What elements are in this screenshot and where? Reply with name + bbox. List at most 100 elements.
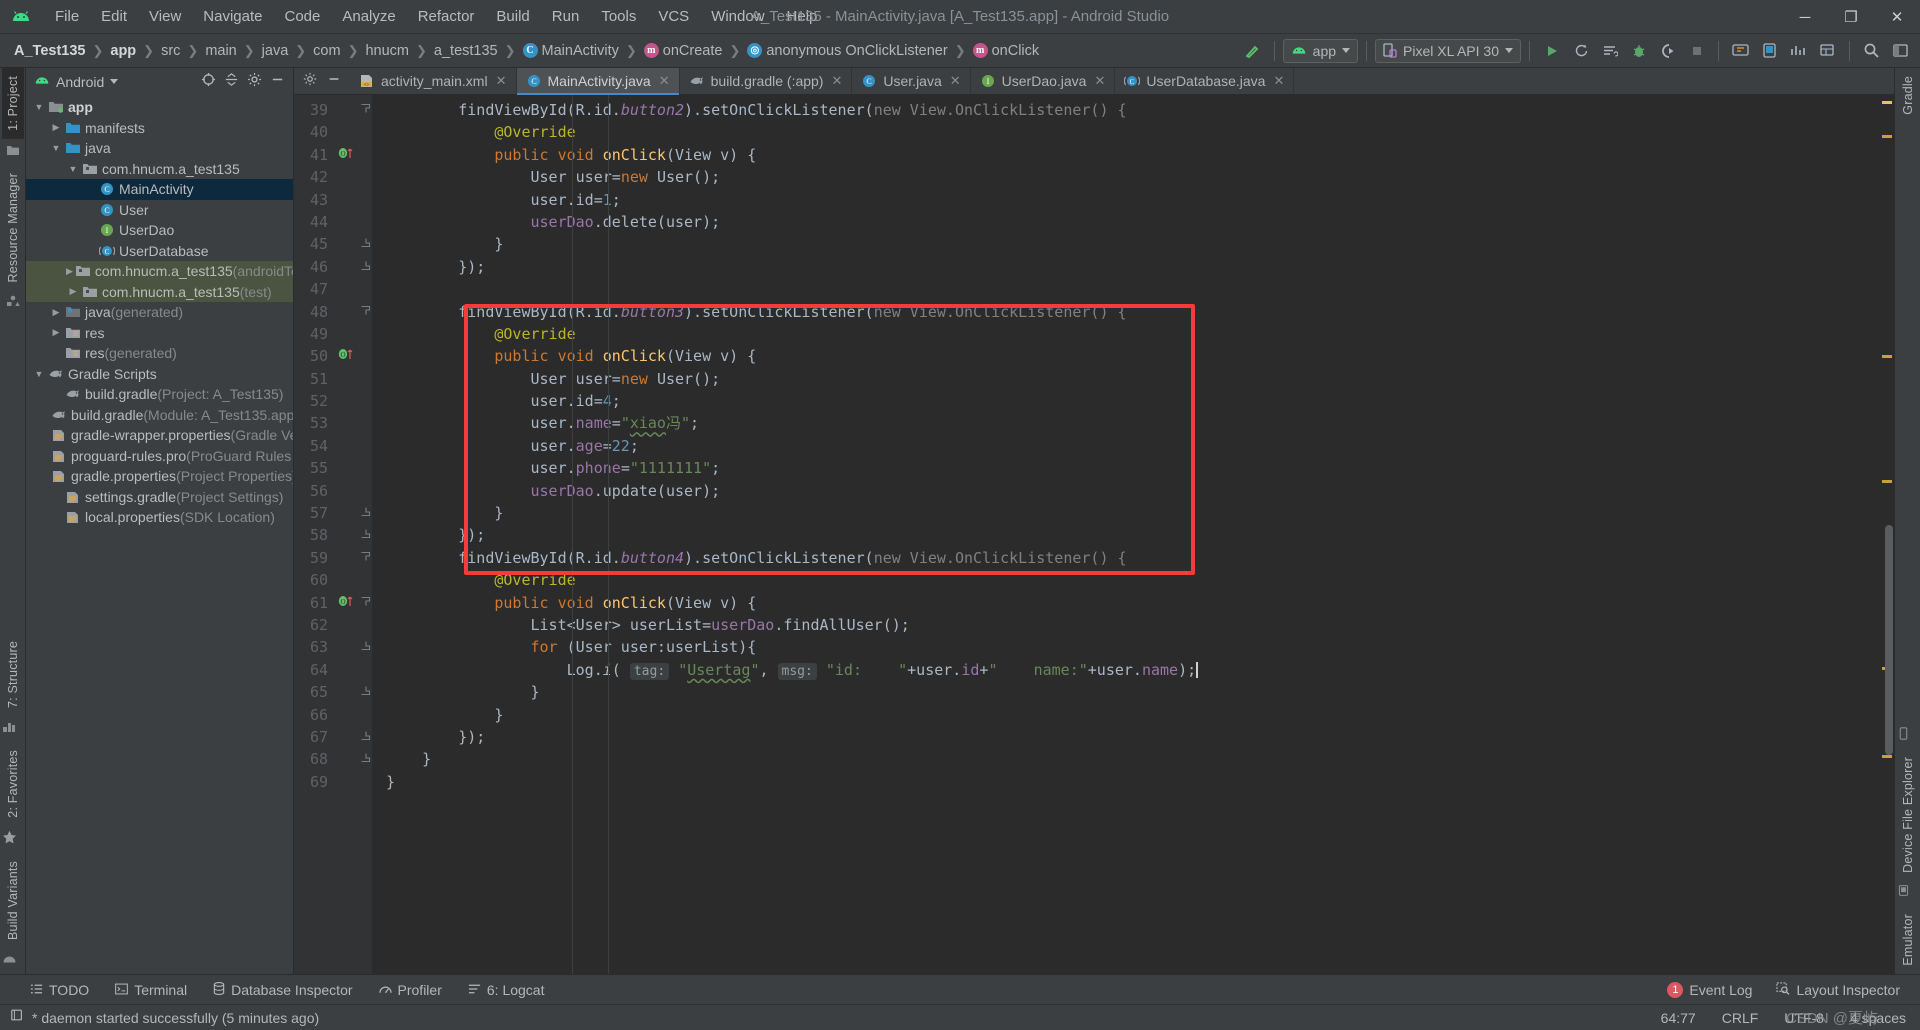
expand-arrow-icon[interactable]: ▼ [66, 164, 80, 174]
menu-tools[interactable]: Tools [590, 4, 647, 29]
tree-item-res[interactable]: ▶ res [26, 323, 293, 344]
warning-marker[interactable] [1882, 135, 1892, 138]
close-tab-icon[interactable]: ✕ [1094, 73, 1105, 89]
line-separator[interactable]: CRLF [1722, 1010, 1759, 1026]
collapse-all-icon[interactable] [224, 72, 239, 92]
project-structure-icon[interactable] [1887, 38, 1914, 64]
breadcrumb-mainactivity[interactable]: C MainActivity [519, 41, 623, 61]
bottom-tab-terminal[interactable]: Terminal [115, 982, 187, 998]
expand-arrow-icon[interactable]: ▼ [32, 369, 46, 379]
run-gutter-icon[interactable]: O [334, 144, 358, 166]
code-line[interactable]: } [372, 704, 1880, 726]
sidebar-item-gradle[interactable]: Gradle [1897, 68, 1919, 123]
caret-position[interactable]: 64:77 [1661, 1010, 1696, 1026]
fold-region-end-icon[interactable] [358, 524, 372, 546]
menu-view[interactable]: View [138, 4, 192, 29]
menu-window[interactable]: Window [700, 4, 775, 29]
sidebar-item-resource-manager[interactable]: Resource Manager [2, 165, 24, 291]
fold-region-start-icon[interactable] [358, 592, 372, 614]
tree-item-com-hnucm-a-test135[interactable]: ▶ com.hnucm.a_test135 (test) [26, 281, 293, 302]
code-line[interactable]: user.age=22; [372, 435, 1880, 457]
warning-marker[interactable] [1882, 755, 1892, 758]
editor-tab-user-java[interactable]: C User.java ✕ [852, 68, 971, 94]
code-line[interactable]: findViewById(R.id.button4).setOnClickLis… [372, 547, 1880, 569]
bottom-tab-database-inspector[interactable]: Database Inspector [213, 981, 353, 998]
close-button[interactable]: ✕ [1874, 0, 1920, 34]
tree-item-proguard-rules-pro[interactable]: proguard-rules.pro (ProGuard Rules for A [26, 446, 293, 467]
code-line[interactable]: findViewById(R.id.button2).setOnClickLis… [372, 99, 1880, 121]
fold-region-end-icon[interactable] [358, 636, 372, 658]
tree-item-gradle-scripts[interactable]: ▼ Gradle Scripts [26, 364, 293, 385]
editor-vertical-scrollbar[interactable] [1885, 525, 1893, 755]
code-line[interactable]: } [372, 748, 1880, 770]
search-everywhere-icon[interactable] [1858, 38, 1885, 64]
breadcrumb-main[interactable]: main [201, 41, 240, 61]
editor-tab-activity-main-xml[interactable]: <> activity_main.xml ✕ [350, 68, 517, 94]
stop-button[interactable] [1683, 38, 1710, 64]
fold-region-end-icon[interactable] [358, 726, 372, 748]
sdk-manager-icon[interactable] [1727, 38, 1754, 64]
error-stripe-markers[interactable] [1880, 95, 1894, 974]
breadcrumb-java[interactable]: java [258, 41, 293, 61]
debug-button[interactable] [1625, 38, 1652, 64]
target-icon[interactable] [201, 72, 216, 92]
code-line[interactable]: public void onClick(View v) { [372, 592, 1880, 614]
tree-item-app[interactable]: ▼ app [26, 97, 293, 118]
menu-vcs[interactable]: VCS [647, 4, 700, 29]
tree-item-user[interactable]: C User [26, 200, 293, 221]
code-line[interactable]: user.phone="1111111"; [372, 457, 1880, 479]
breadcrumb-src[interactable]: src [157, 41, 184, 61]
breadcrumb[interactable]: A_Test135 ❯ app ❯ src ❯ main ❯ java ❯ co… [0, 41, 1043, 61]
tree-item-gradle-wrapper-properties[interactable]: gradle-wrapper.properties (Gradle Versio… [26, 425, 293, 446]
settings-gear-icon[interactable] [303, 72, 317, 91]
bottom-tab-layout-inspector[interactable]: Layout Inspector [1776, 982, 1900, 998]
minimize-button[interactable]: ─ [1782, 0, 1828, 34]
tree-item-userdatabase[interactable]: C UserDatabase [26, 241, 293, 262]
console-icon[interactable] [10, 1008, 24, 1027]
code-line[interactable]: User user=new User(); [372, 368, 1880, 390]
collapse-arrow-icon[interactable]: ▶ [66, 266, 73, 277]
menu-navigate[interactable]: Navigate [192, 4, 273, 29]
apply-changes-icon[interactable] [1567, 38, 1594, 64]
close-tab-icon[interactable]: ✕ [496, 73, 507, 89]
chevron-down-icon[interactable] [110, 79, 119, 84]
bottom-tab-logcat[interactable]: 6: Logcat [468, 982, 544, 998]
breadcrumb-app[interactable]: app [106, 41, 140, 61]
avd-manager-icon[interactable] [1756, 38, 1783, 64]
profiler-icon[interactable] [1785, 38, 1812, 64]
close-tab-icon[interactable]: ✕ [659, 73, 670, 89]
module-selector[interactable]: app [1282, 38, 1359, 63]
code-line[interactable]: for (User user:userList){ [372, 636, 1880, 658]
build-hammer-icon[interactable] [1239, 38, 1266, 64]
code-editor[interactable]: 39 40 41 42 43 44 45 46 47 48 49 50 51 52 53 54 55 56 57 58… [294, 95, 1894, 974]
fold-region-start-icon[interactable] [358, 99, 372, 121]
code-line[interactable]: User user=new User(); [372, 166, 1880, 188]
code-line[interactable]: } [372, 502, 1880, 524]
warning-marker[interactable] [1882, 355, 1892, 358]
warning-marker[interactable] [1882, 480, 1892, 483]
sidebar-item-device-file-explorer[interactable]: Device File Explorer [1897, 749, 1919, 881]
code-line[interactable]: userDao.update(user); [372, 480, 1880, 502]
main-menu[interactable]: File Edit View Navigate Code Analyze Ref… [44, 4, 828, 29]
tree-item-java[interactable]: ▼ java [26, 138, 293, 159]
fold-region-start-icon[interactable] [358, 301, 372, 323]
tree-item-gradle-properties[interactable]: gradle.properties (Project Properties) [26, 466, 293, 487]
bottom-tab-todo[interactable]: TODO [30, 982, 89, 998]
collapse-arrow-icon[interactable]: ▶ [49, 307, 63, 318]
warning-marker[interactable] [1882, 101, 1892, 104]
code-line[interactable]: user.name="xiao冯"; [372, 412, 1880, 434]
editor-tab-userdatabase-java[interactable]: C UserDatabase.java ✕ [1115, 68, 1295, 94]
menu-help[interactable]: Help [776, 4, 829, 29]
menu-analyze[interactable]: Analyze [331, 4, 406, 29]
bottom-tab-event-log[interactable]: 1 Event Log [1667, 981, 1752, 998]
window-controls[interactable]: ─ ❐ ✕ [1782, 0, 1920, 34]
bottom-tab-profiler[interactable]: Profiler [378, 982, 442, 998]
run-gutter-icon[interactable]: O [334, 592, 358, 614]
breadcrumb-anonymous-listener[interactable]: ◎ anonymous OnClickListener [743, 41, 951, 61]
apply-code-changes-icon[interactable] [1596, 38, 1623, 64]
code-line[interactable]: @Override [372, 121, 1880, 143]
code-line[interactable]: public void onClick(View v) { [372, 144, 1880, 166]
menu-run[interactable]: Run [541, 4, 591, 29]
code-line[interactable]: } [372, 233, 1880, 255]
sidebar-item-project[interactable]: 1: Project [1, 68, 24, 139]
